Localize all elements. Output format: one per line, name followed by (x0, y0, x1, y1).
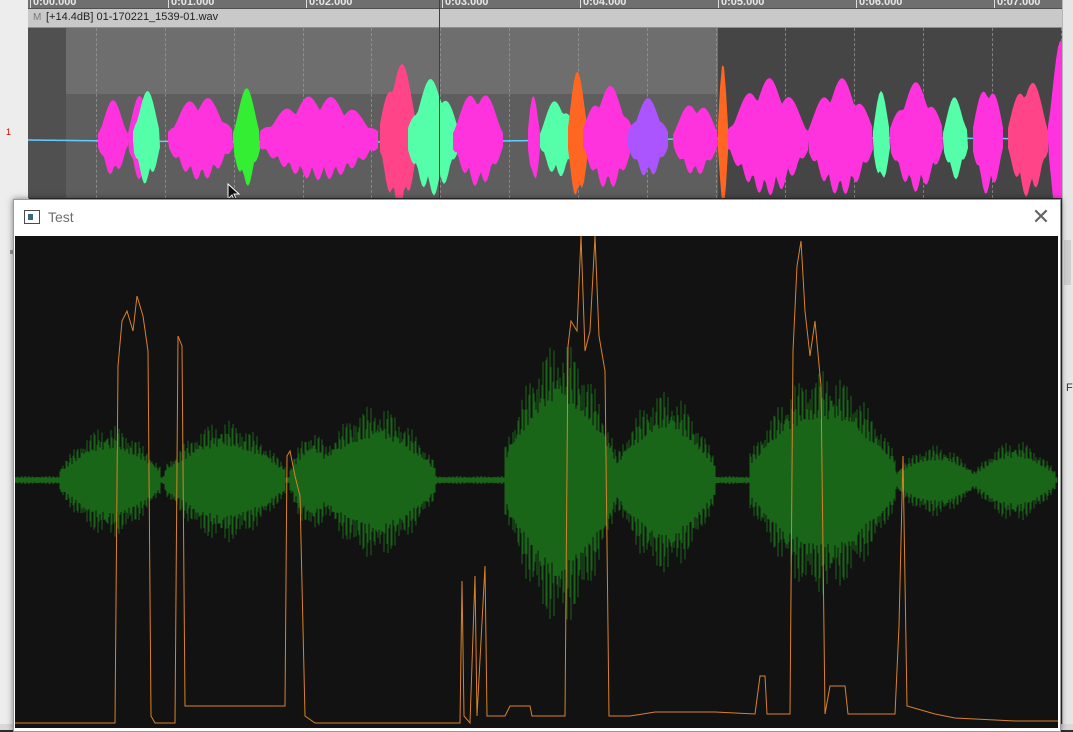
spectral-waveform (28, 40, 1073, 198)
media-item-waveform[interactable] (28, 28, 1073, 198)
window-titlebar[interactable]: Test ✕ (14, 200, 1060, 236)
spectral-segment (873, 90, 890, 179)
ruler-label: 0:06.000 (859, 0, 903, 8)
spectral-segment (408, 78, 458, 196)
spectral-segment (528, 95, 540, 179)
right-edge-label: F (1066, 382, 1073, 394)
ruler-tick (30, 0, 31, 8)
mouse-pointer-icon (227, 183, 241, 198)
app-window-icon (24, 210, 40, 224)
timeline-ruler[interactable]: 0:00.000 0:01.000 0:02.000 0:03.000 0:04.000… (28, 0, 1073, 9)
waveform-pitch-plot (15, 236, 1058, 725)
ruler-label: 0:07.000 (997, 0, 1041, 8)
spectral-segment (260, 96, 378, 181)
media-item-name: [+14.4dB] 01-170221_1539-01.wav (46, 11, 219, 23)
close-button[interactable]: ✕ (1022, 200, 1060, 236)
window-title: Test (48, 209, 74, 225)
ruler-tick (580, 0, 581, 8)
spectral-segment (628, 98, 668, 176)
spectral-segment (718, 65, 728, 198)
spectral-segment (233, 88, 260, 187)
ruler-label: 0:01.000 (171, 0, 215, 8)
ruler-label: 0:05.000 (721, 0, 765, 8)
scrollbar-thumb[interactable] (1064, 240, 1071, 285)
mute-flag[interactable]: M (33, 12, 41, 23)
ruler-label: 0:00.000 (33, 0, 77, 8)
ruler-label: 0:04.000 (583, 0, 627, 8)
spectral-segment (890, 82, 943, 192)
spectral-segment (168, 98, 233, 180)
spectral-segment (1008, 82, 1048, 197)
ruler-tick (994, 0, 995, 8)
edit-cursor[interactable] (439, 0, 440, 198)
test-window[interactable]: Test ✕ (13, 199, 1061, 732)
spectral-segment (583, 85, 633, 188)
ruler-tick (856, 0, 857, 8)
vertical-scrollbar[interactable] (1062, 0, 1073, 730)
ruler-label: 0:03.000 (445, 0, 489, 8)
waveform-trace (15, 346, 1058, 620)
ruler-tick (718, 0, 719, 8)
spectral-segment (673, 105, 718, 175)
media-item-header[interactable]: M [+14.4dB] 01-170221_1539-01.wav (28, 9, 1073, 28)
ruler-tick (168, 0, 169, 8)
spectral-segment (728, 78, 808, 196)
track-number: 1 (6, 127, 12, 137)
plot-area (15, 236, 1058, 728)
spectral-segment (98, 100, 128, 175)
spectral-segment (808, 78, 873, 195)
ruler-tick (442, 0, 443, 8)
ruler-label: 0:02.000 (309, 0, 353, 8)
ruler-tick (306, 0, 307, 8)
spectral-segment (973, 91, 1003, 194)
spectral-segment (453, 95, 503, 187)
spectral-segment (943, 97, 968, 180)
